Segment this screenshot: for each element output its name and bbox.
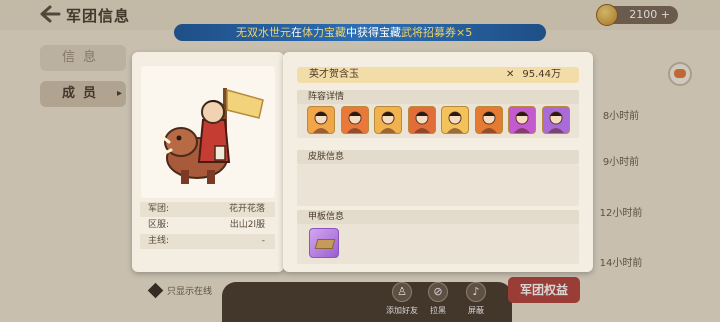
player-name: 英才贺含玉 [309, 69, 359, 80]
block-button[interactable]: ♪ 屏蔽 [456, 282, 496, 316]
broadcast-ticker: 无双水世元在体力宝藏中获得宝藏武将招募券×5 [174, 24, 546, 41]
power-display: ✕ 95.44万 [506, 67, 561, 83]
mainline-value: - [261, 236, 265, 246]
server-label: 区服: [148, 220, 170, 230]
deck-area [297, 224, 579, 264]
back-arrow-icon[interactable] [38, 4, 62, 24]
legion-value: 花开花落 [228, 204, 265, 214]
player-detail-card: 英才贺含玉 ✕ 95.44万 阵容详情 皮肤信息 甲板信息 [283, 52, 593, 272]
plank-icon [314, 239, 336, 249]
server-value: 出山2l服 [229, 220, 265, 230]
hero-portrait[interactable] [307, 106, 335, 134]
add-friend-icon: ♙ [392, 282, 412, 302]
ticker-player: 无双水世元 [236, 26, 291, 39]
chat-icon[interactable] [668, 62, 692, 86]
legion-label: 军团: [148, 204, 170, 214]
crossed-swords-icon: ✕ [505, 69, 515, 80]
blacklist-button[interactable]: ⊘ 拉黑 [418, 282, 458, 316]
last-online-time: 9小时前 [602, 157, 640, 168]
legion-row: 军团: 花开花落 [140, 202, 275, 217]
hero-portrait[interactable] [541, 106, 570, 134]
deck-item[interactable] [309, 228, 339, 258]
add-friend-button[interactable]: ♙ 添加好友 [382, 282, 422, 316]
hero-portrait[interactable] [474, 106, 503, 134]
hero-portrait[interactable] [340, 106, 369, 134]
only-online-toggle[interactable]: 只显示在线 [147, 282, 213, 299]
formation-grid [297, 104, 579, 138]
legion-privilege-button[interactable]: 军团权益 [508, 277, 580, 303]
hero-portrait[interactable] [374, 106, 402, 134]
block-label: 屏蔽 [468, 306, 484, 315]
tab-member[interactable]: 成员 ▸ [40, 81, 126, 107]
hero-portrait[interactable] [508, 106, 536, 134]
player-profile-card: 军团: 花开花落 区服: 出山2l服 主线: - [132, 52, 284, 272]
skin-area [297, 164, 579, 206]
currency-value: 2100 [629, 8, 658, 21]
blacklist-label: 拉黑 [430, 306, 446, 315]
mute-bell-icon: ♪ [466, 282, 486, 302]
skin-section-title: 皮肤信息 [297, 150, 579, 164]
tab-member-label: 成员 [61, 86, 104, 101]
coin-icon [596, 4, 618, 26]
last-online-time: 12小时前 [599, 208, 643, 219]
only-online-label: 只显示在线 [167, 287, 213, 297]
server-row: 区服: 出山2l服 [140, 218, 275, 233]
character-portrait [141, 66, 275, 198]
player-name-bar: 英才贺含玉 ✕ 95.44万 [297, 67, 579, 83]
last-online-time: 14小时前 [599, 258, 643, 269]
add-friend-label: 添加好友 [386, 306, 418, 315]
currency-display[interactable]: 2100 + [596, 4, 678, 26]
checkbox-icon [147, 282, 164, 299]
formation-section-title: 阵容详情 [297, 90, 579, 104]
hero-portrait[interactable] [441, 106, 469, 134]
last-online-time: 8小时前 [602, 111, 640, 122]
ticker-text: 中获得宝藏 [346, 26, 401, 39]
chevron-right-icon: ▸ [116, 88, 122, 99]
page-title: 军团信息 [66, 7, 131, 25]
mainline-row: 主线: - [140, 234, 275, 249]
currency-plus-icon[interactable]: + [661, 8, 670, 21]
mainline-label: 主线: [148, 236, 170, 246]
tab-info[interactable]: 信息 [40, 45, 126, 71]
deck-section-title: 甲板信息 [297, 210, 579, 224]
ticker-source: 体力宝藏 [302, 26, 346, 39]
power-value: 95.44万 [522, 69, 561, 80]
ticker-text: 在 [291, 26, 302, 39]
ticker-reward: 武将招募券×5 [401, 26, 473, 39]
ban-icon: ⊘ [428, 282, 448, 302]
hero-portrait[interactable] [407, 106, 436, 134]
